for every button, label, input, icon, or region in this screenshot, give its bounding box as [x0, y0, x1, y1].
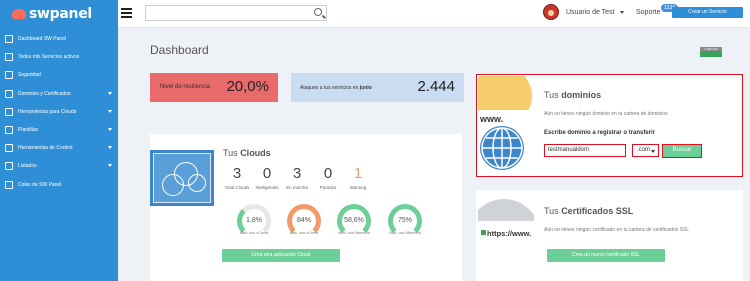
- chevron-down-icon: [108, 91, 112, 95]
- sidebar-item-label: Todos mis Servicios activos: [18, 54, 80, 61]
- gauge-value: 75%: [397, 217, 412, 224]
- top-bar: swpanel Usuario de Test Soporte 1230 Cre…: [0, 0, 750, 28]
- attacks-label: Ataques a tus servicios en junio: [300, 85, 372, 91]
- sidebar-item-label: Herramientas de Control: [18, 145, 73, 152]
- chevron-down-icon: [108, 146, 112, 150]
- sidebar-item-label: Herramientas para Clouds: [18, 108, 77, 115]
- list-icon: [5, 162, 13, 171]
- clouds-title: Tus Clouds: [223, 148, 271, 158]
- check-icon: [5, 144, 13, 153]
- usage-gauge: 1,8% Med. uso vCores: [237, 204, 271, 238]
- dashboard-icon: [5, 35, 13, 43]
- clouds-illustration-icon: [150, 150, 214, 206]
- sidebar-item-label: Listados: [18, 163, 37, 170]
- sidebar-item-label: Dashboard SW Panel: [18, 36, 67, 42]
- credit-indicator[interactable]: 2.000.000: [700, 47, 722, 57]
- gauge-value: 1,8%: [246, 217, 262, 224]
- ssl-illustration-icon: https://www.: [478, 195, 534, 255]
- resilience-value: 20,0%: [226, 78, 269, 95]
- gauge-label: Med. uso vCores: [239, 231, 269, 235]
- domain-input[interactable]: testmanualdom: [544, 144, 626, 157]
- domain-search-label: Escribe dominio a registrar o transferir: [544, 130, 656, 136]
- queue-icon: [5, 180, 13, 189]
- resilience-card: Nivel de resiliencia 20,0%: [150, 73, 278, 102]
- domains-empty-text: Aún no tienes ningún dominio en tu carte…: [544, 111, 668, 117]
- usage-gauge: 75% Max. uso Memoria: [388, 204, 422, 238]
- sidebar-item-4[interactable]: Herramientas para Clouds: [0, 104, 118, 120]
- attacks-value: 2.444: [417, 78, 455, 95]
- svg-text:https://www.: https://www.: [487, 229, 531, 238]
- create-cloud-button[interactable]: Crea otra aplicación Cloud: [222, 249, 340, 262]
- cloud-stat: 1 Warning: [338, 165, 378, 190]
- sidebar-item-5[interactable]: Plantillas: [0, 122, 118, 138]
- svg-text:www.: www.: [479, 114, 503, 124]
- user-menu[interactable]: Usuario de Test: [566, 9, 615, 16]
- chevron-down-icon: [108, 128, 112, 131]
- page-title: Dashboard: [150, 43, 209, 57]
- list-icon: [5, 53, 13, 62]
- sidebar-item-8[interactable]: Colas de SW Panel: [0, 177, 118, 193]
- usage-gauge: 58,6% Med. uso Memoria: [337, 204, 371, 238]
- domains-title: Tus dominios: [544, 90, 602, 100]
- sidebar-item-label: Colas de SW Panel: [18, 181, 62, 188]
- stat-value: 1: [353, 165, 363, 182]
- domain-illustration-icon: www.: [478, 76, 534, 176]
- gear-icon: [5, 89, 13, 98]
- create-ssl-button[interactable]: Crea un nuevo certificado SSL: [547, 249, 665, 262]
- sidebar-item-1[interactable]: Todos mis Servicios activos: [0, 49, 118, 65]
- usage-gauge: 84% Max. uso vCores: [287, 204, 321, 238]
- search-domain-button[interactable]: Buscar: [662, 144, 702, 158]
- sidebar-item-label: Plantillas: [18, 127, 39, 133]
- menu-toggle-icon[interactable]: [121, 8, 132, 18]
- attacks-card: Ataques a tus servicios en junio 2.444: [291, 73, 464, 102]
- ssl-empty-text: Aún no tienes ningún certificado en tu c…: [544, 227, 690, 233]
- gauge-value: 58,6%: [344, 217, 364, 224]
- sidebar-item-2[interactable]: Seguridad: [0, 67, 118, 83]
- chevron-down-icon: [108, 109, 112, 113]
- logo[interactable]: swpanel: [0, 0, 118, 28]
- template-icon: [5, 126, 13, 134]
- chevron-down-icon[interactable]: [620, 11, 624, 14]
- avatar[interactable]: [543, 4, 559, 20]
- tld-select[interactable]: .com: [632, 144, 659, 157]
- gauge-value: 84%: [296, 217, 311, 224]
- logo-cloud-icon: [12, 9, 26, 19]
- resilience-label: Nivel de resiliencia: [160, 84, 211, 90]
- sidebar-item-7[interactable]: Listados: [0, 158, 118, 174]
- sidebar-item-3[interactable]: Dominios y Certificados: [0, 86, 118, 102]
- sidebar-item-0[interactable]: Dashboard SW Panel: [0, 31, 118, 47]
- gauge-label: Max. uso vCores: [289, 231, 319, 235]
- shield-icon: [5, 71, 13, 80]
- stat-label: Warning: [349, 185, 367, 190]
- sidebar-item-label: Seguridad: [18, 72, 41, 79]
- cloud-icon: [5, 107, 13, 116]
- sidebar-item-label: Dominios y Certificados: [18, 90, 71, 97]
- support-menu[interactable]: Soporte: [636, 9, 661, 16]
- search-input[interactable]: [145, 5, 327, 21]
- search-icon[interactable]: [314, 8, 322, 16]
- chevron-down-icon: [108, 164, 112, 168]
- sidebar: Dashboard SW Panel Todos mis Servicios ac…: [0, 28, 118, 281]
- create-service-button[interactable]: Crear un Servicio: [672, 7, 743, 18]
- sidebar-item-6[interactable]: Herramientas de Control: [0, 140, 118, 156]
- ssl-title: Tus Certificados SSL: [544, 206, 634, 216]
- gauge-label: Med. uso Memoria: [338, 231, 370, 235]
- gauge-label: Max. uso Memoria: [389, 231, 421, 235]
